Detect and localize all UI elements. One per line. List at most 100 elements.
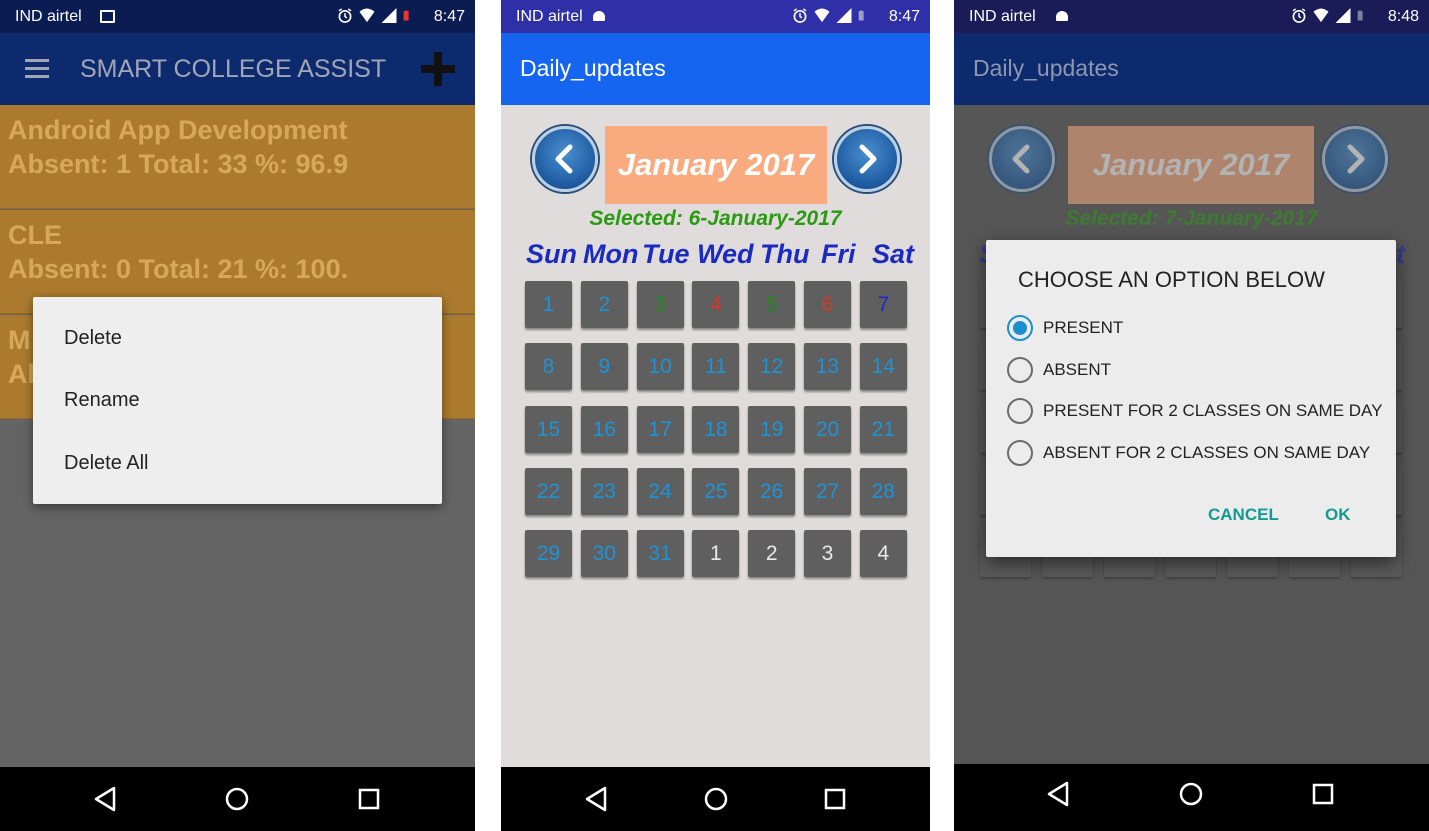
chevron-left-icon bbox=[1012, 144, 1030, 174]
course-stats: Absent: 1 Total: 33 %: 96.9 bbox=[8, 149, 349, 179]
home-icon[interactable] bbox=[221, 783, 253, 815]
calendar-day[interactable]: 2 bbox=[580, 281, 628, 328]
calendar-day[interactable]: 18 bbox=[692, 405, 740, 453]
calendar-day[interactable]: 12 bbox=[748, 343, 796, 391]
course-name: CLE bbox=[8, 220, 62, 250]
chevron-right-icon bbox=[1347, 144, 1365, 174]
status-bar: IND airtel 8:47 bbox=[501, 0, 930, 33]
option-label: PRESENT FOR 2 CLASSES ON SAME DAY bbox=[1043, 401, 1383, 420]
month-label: January 2017 bbox=[1068, 126, 1314, 204]
signal-icon bbox=[381, 8, 397, 23]
rename-menu-item[interactable]: Rename bbox=[64, 389, 140, 412]
prev-month-button[interactable] bbox=[532, 126, 598, 192]
option-label: PRESENT bbox=[1043, 318, 1124, 337]
cancel-button[interactable]: CANCEL bbox=[1208, 505, 1279, 525]
chevron-left-icon bbox=[555, 144, 573, 174]
calendar-day[interactable]: 21 bbox=[859, 405, 907, 453]
calendar-day[interactable]: 20 bbox=[804, 405, 851, 453]
calendar-day[interactable]: 22 bbox=[525, 467, 572, 515]
radio-button[interactable] bbox=[1007, 398, 1033, 424]
app-bar: Daily_updates bbox=[954, 33, 1429, 105]
screen-course-list: IND airtel 8:47 SMART COLLEGE ASSIST And… bbox=[0, 0, 475, 831]
calendar-day[interactable]: 13 bbox=[804, 343, 851, 391]
calendar-day[interactable]: 8 bbox=[525, 343, 572, 391]
alarm-icon bbox=[1292, 8, 1306, 23]
recents-icon[interactable] bbox=[1307, 778, 1339, 810]
calendar-day[interactable]: 2 bbox=[748, 530, 796, 578]
radio-button[interactable] bbox=[1007, 440, 1033, 466]
add-course-button[interactable] bbox=[419, 50, 457, 88]
back-icon[interactable] bbox=[581, 783, 613, 815]
menu-icon[interactable] bbox=[25, 59, 49, 79]
app-title: Daily_updates bbox=[973, 55, 1119, 81]
next-month-button[interactable] bbox=[834, 126, 900, 192]
image-icon bbox=[100, 10, 115, 23]
option-absent-2-classes[interactable]: ABSENT FOR 2 CLASSES ON SAME DAY bbox=[1007, 439, 1370, 467]
screen-daily-updates: IND airtel 8:47 Daily_updates January 20… bbox=[501, 0, 930, 831]
calendar-day[interactable]: 29 bbox=[525, 530, 572, 578]
prev-month-button[interactable] bbox=[989, 126, 1055, 192]
calendar-day[interactable]: 15 bbox=[525, 405, 572, 453]
recents-icon[interactable] bbox=[819, 783, 851, 815]
selected-date: Selected: 6-January-2017 bbox=[589, 207, 842, 230]
radio-button[interactable] bbox=[1007, 357, 1033, 383]
calendar-day[interactable]: 25 bbox=[692, 467, 740, 515]
calendar-day[interactable]: 30 bbox=[580, 530, 628, 578]
app-title: Daily_updates bbox=[520, 55, 666, 81]
screen-attendance-dialog: IND airtel 8:48 Daily_updates January 20… bbox=[954, 0, 1429, 831]
carrier-label: IND airtel bbox=[969, 8, 1036, 25]
option-present[interactable]: PRESENT bbox=[1007, 314, 1123, 342]
delete-menu-item[interactable]: Delete bbox=[64, 327, 122, 350]
clock-time: 8:47 bbox=[888, 8, 920, 25]
calendar-day[interactable]: 23 bbox=[580, 467, 628, 515]
calendar-day[interactable]: 1 bbox=[525, 281, 572, 328]
home-icon[interactable] bbox=[700, 783, 732, 815]
calendar-day[interactable]: 24 bbox=[636, 467, 684, 515]
battery-icon bbox=[858, 10, 864, 21]
navigation-bar bbox=[954, 764, 1429, 831]
course-item[interactable]: Android App Development Absent: 1 Total:… bbox=[0, 105, 475, 209]
clock-time: 8:47 bbox=[433, 8, 465, 25]
calendar-day[interactable]: 9 bbox=[580, 343, 628, 391]
calendar-day[interactable]: 10 bbox=[636, 343, 684, 391]
calendar-day[interactable]: 28 bbox=[859, 467, 907, 515]
back-icon[interactable] bbox=[90, 783, 122, 815]
calendar-day[interactable]: 4 bbox=[859, 530, 907, 578]
delete-all-menu-item[interactable]: Delete All bbox=[64, 452, 149, 475]
calendar-day[interactable]: 27 bbox=[804, 467, 851, 515]
alarm-icon bbox=[793, 8, 807, 23]
calendar-day[interactable]: 1 bbox=[692, 530, 740, 578]
signal-icon bbox=[1335, 8, 1351, 23]
calendar-day[interactable]: 11 bbox=[692, 343, 740, 391]
calendar-day[interactable]: 3 bbox=[636, 281, 684, 328]
calendar-day[interactable]: 14 bbox=[859, 343, 907, 391]
option-absent[interactable]: ABSENT bbox=[1007, 356, 1111, 384]
option-label: ABSENT FOR 2 CLASSES ON SAME DAY bbox=[1043, 443, 1371, 462]
weekday-label: Sat bbox=[872, 239, 915, 269]
calendar-day[interactable]: 31 bbox=[636, 530, 684, 578]
month-label: January 2017 bbox=[605, 126, 827, 204]
ok-button[interactable]: OK bbox=[1325, 505, 1351, 525]
clock-time: 8:48 bbox=[1387, 8, 1419, 25]
calendar-day[interactable]: 4 bbox=[692, 281, 740, 328]
status-bar: IND airtel 8:48 bbox=[954, 0, 1429, 33]
next-month-button[interactable] bbox=[1322, 126, 1388, 192]
radio-button[interactable] bbox=[1007, 315, 1033, 341]
calendar-day[interactable]: 19 bbox=[748, 405, 796, 453]
weekday-label: Mon bbox=[583, 239, 639, 269]
calendar-day[interactable]: 3 bbox=[804, 530, 851, 578]
app-bar: Daily_updates bbox=[501, 33, 930, 105]
option-label: ABSENT bbox=[1043, 360, 1112, 379]
calendar-day[interactable]: 6 bbox=[804, 281, 851, 328]
battery-icon bbox=[403, 10, 409, 21]
option-present-2-classes[interactable]: PRESENT FOR 2 CLASSES ON SAME DAY bbox=[1007, 397, 1382, 425]
home-icon[interactable] bbox=[1175, 778, 1207, 810]
calendar-day[interactable]: 16 bbox=[580, 405, 628, 453]
calendar-day[interactable]: 5 bbox=[748, 281, 796, 328]
calendar-day[interactable]: 26 bbox=[748, 467, 796, 515]
back-icon[interactable] bbox=[1043, 778, 1075, 810]
calendar-day[interactable]: 17 bbox=[636, 405, 684, 453]
recents-icon[interactable] bbox=[353, 783, 385, 815]
calendar-day[interactable]: 7 bbox=[859, 281, 907, 328]
weekday-label: Thu bbox=[760, 239, 810, 269]
